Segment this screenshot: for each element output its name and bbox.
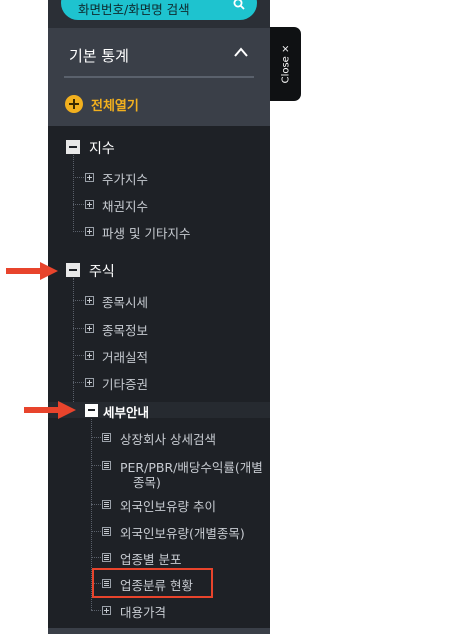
section-title: 기본 통계 <box>69 47 129 65</box>
row-highlight <box>48 402 270 418</box>
tree-node-label: 세부안내 <box>103 405 150 420</box>
highlight-box <box>92 568 213 598</box>
tree-item-label: 외국인보유량 추이 <box>120 499 216 514</box>
search-placeholder: 화면번호/화면명 검색 <box>78 2 190 17</box>
chevron-up-icon[interactable] <box>233 46 249 58</box>
divider <box>64 76 254 78</box>
expand-all-label: 전체열기 <box>91 98 139 114</box>
tree-item-label: 업종별 분포 <box>120 552 182 567</box>
expand-icon <box>85 227 94 236</box>
tree-item-label: 대용가격 <box>120 605 167 620</box>
tree-line <box>91 557 101 558</box>
close-label: Close × <box>280 44 291 84</box>
expand-icon <box>85 378 94 387</box>
tree-node-label: 주식 <box>89 264 115 280</box>
document-icon <box>102 553 111 562</box>
expand-icon <box>85 351 94 360</box>
document-icon <box>102 500 111 509</box>
tree-line <box>73 382 84 383</box>
plus-circle-icon <box>65 95 83 113</box>
tree-line <box>73 204 84 205</box>
tree-item-label: 종목시세 <box>102 295 149 310</box>
tree-line <box>91 610 101 611</box>
expand-icon <box>102 606 111 615</box>
tree-item-label: 종목정보 <box>102 323 149 338</box>
document-icon <box>102 461 111 470</box>
tree-line <box>73 231 84 232</box>
tree-line <box>73 155 74 232</box>
bottom-band <box>48 628 270 634</box>
tree-item-label: 채권지수 <box>102 199 149 214</box>
tree-item-label: 외국인보유량(개별종목) <box>120 526 245 541</box>
tree-item-label: 기타증권 <box>102 377 149 392</box>
tree-item-label: 파생 및 기타지수 <box>102 226 191 241</box>
search-input[interactable]: 화면번호/화면명 검색 <box>61 0 257 20</box>
arrow-icon <box>6 262 58 280</box>
collapse-icon <box>66 140 80 154</box>
expand-icon <box>85 324 94 333</box>
arrow-icon <box>24 401 76 419</box>
collapse-icon <box>85 404 98 417</box>
tree-line <box>91 465 101 466</box>
search-icon[interactable] <box>233 0 245 10</box>
document-icon <box>102 527 111 536</box>
tree-item-label: 거래실적 <box>102 350 149 365</box>
collapse-icon <box>66 263 80 277</box>
sidebar: 화면번호/화면명 검색 기본 통계 전체열기 지수 주가지수 채권지수 파생 및… <box>48 0 270 634</box>
tree-line <box>73 278 74 410</box>
tree-line <box>73 177 84 178</box>
tree-line <box>91 504 101 505</box>
expand-icon <box>85 173 94 182</box>
expand-all-button[interactable]: 전체열기 <box>65 95 139 114</box>
search-band: 화면번호/화면명 검색 <box>48 0 270 28</box>
tree-item-label-cont: 종목) <box>133 475 161 490</box>
tree-line <box>91 531 101 532</box>
document-icon <box>102 433 111 442</box>
tree-item-label: 주가지수 <box>102 172 149 187</box>
close-tab[interactable]: Close × <box>270 27 301 101</box>
tree-line <box>73 355 84 356</box>
tree-line <box>73 328 84 329</box>
tree-node-label: 지수 <box>89 141 115 157</box>
expand-icon <box>85 296 94 305</box>
tree-line <box>91 437 101 438</box>
expand-icon <box>85 200 94 209</box>
section-header: 기본 통계 전체열기 <box>48 28 270 126</box>
tree-item-label: 상장회사 상세검색 <box>120 432 216 447</box>
tree-line <box>73 300 84 301</box>
